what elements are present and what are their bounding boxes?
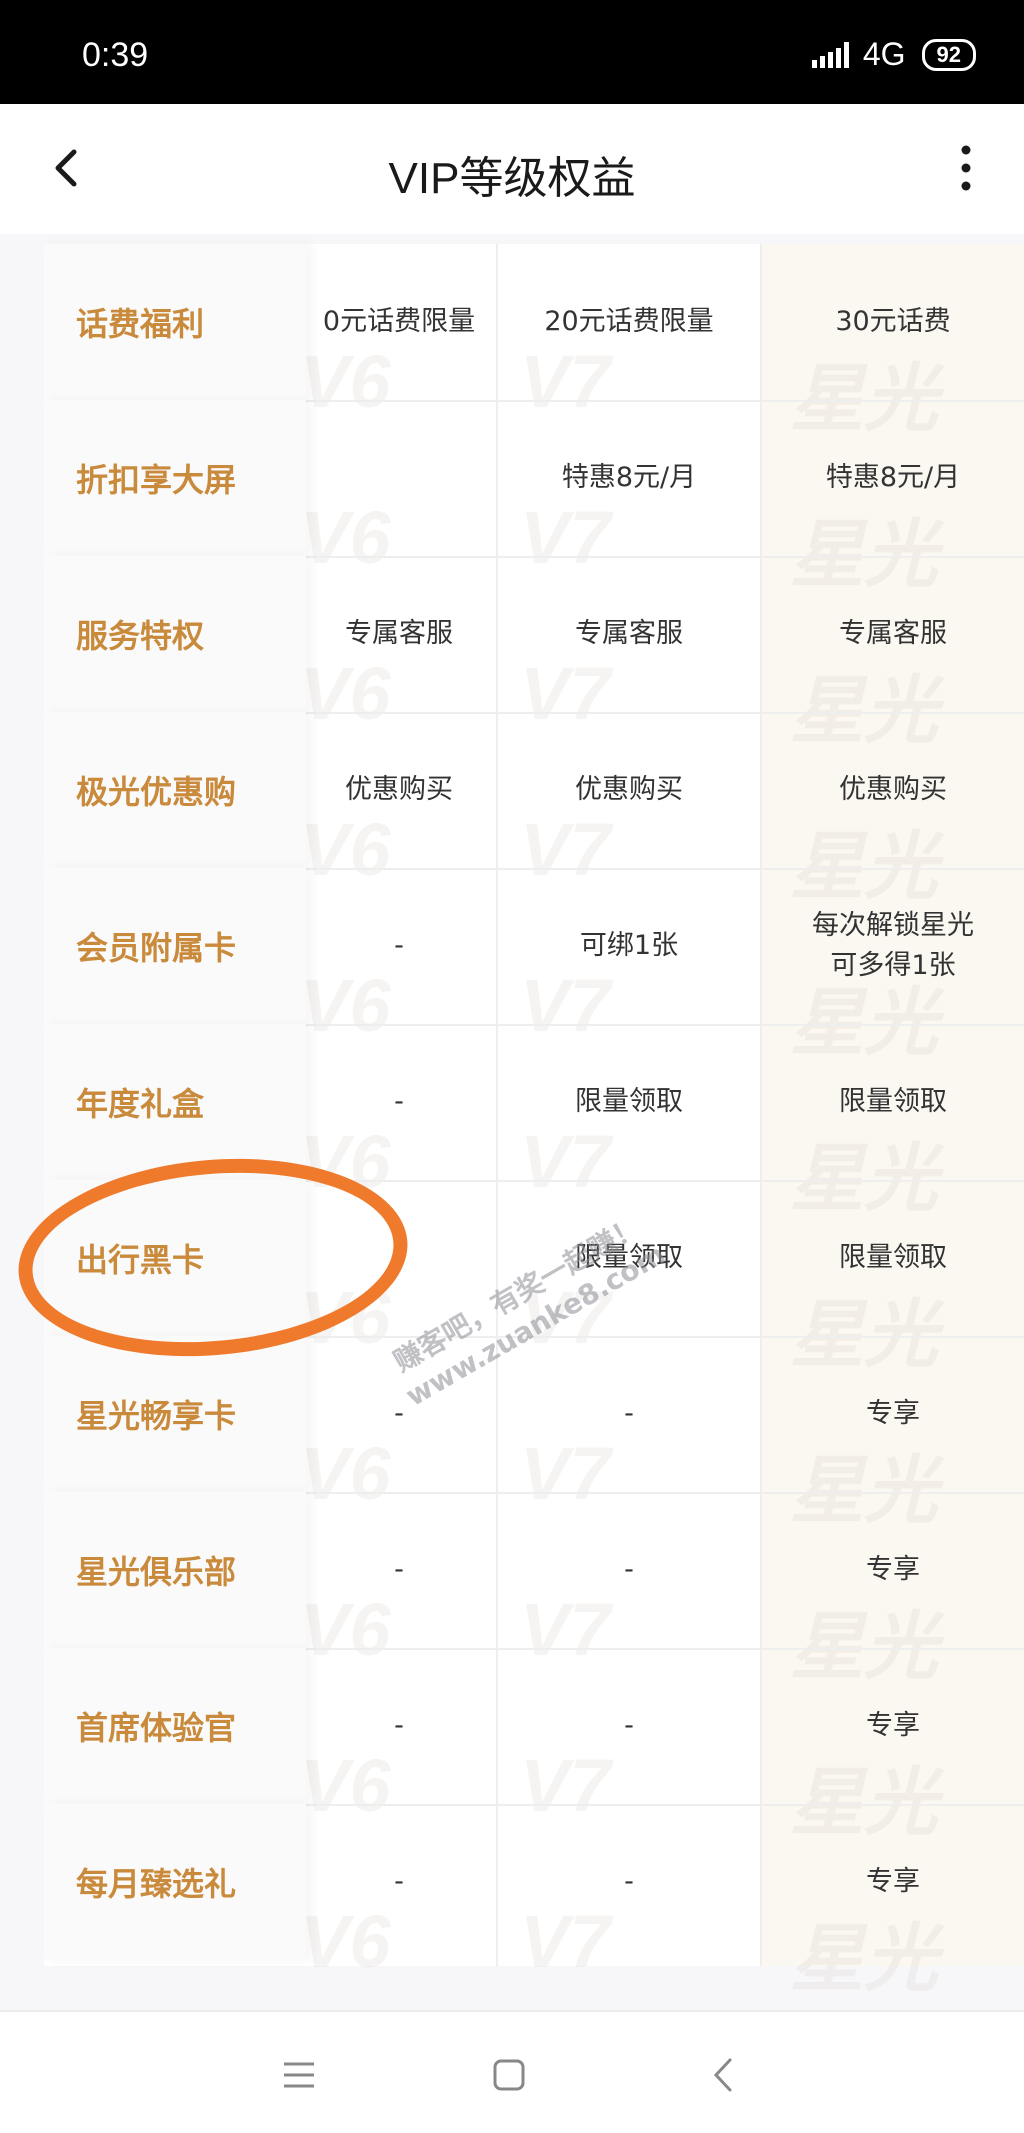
benefits-table: V6 V7 星光 话费福利 0元话费限量 20元话费限量 30元话费 V6 V7 星光 折扣享大屏特… (44, 244, 1024, 2000)
benefit-label: 年度礼盒 (44, 1024, 306, 1180)
benefit-cell-star: 优惠购买 (839, 774, 947, 805)
benefits-content[interactable]: V6 V7 星光 话费福利 0元话费限量 20元话费限量 30元话费 V6 V7 星光 折扣享大屏特… (0, 234, 1024, 2010)
benefit-cell-v7: 20元话费限量 (544, 306, 714, 337)
benefit-cell-v7: 限量领取 (575, 1086, 683, 1117)
benefit-cell-star: 限量领取 (839, 1242, 947, 1273)
back-nav-icon[interactable] (700, 2050, 750, 2100)
benefit-cell-v7: 专属客服 (575, 618, 683, 649)
benefit-label: 会员附属卡 (44, 868, 306, 1024)
benefit-row: 服务特权 专属客服 专属客服 专属客服 (44, 556, 1024, 712)
benefit-label: 星光畅享卡 (44, 1336, 306, 1492)
benefit-cell-v7: - (624, 1710, 634, 1741)
home-icon[interactable] (484, 2050, 534, 2100)
benefit-label: 每月臻选礼 (44, 1804, 306, 1960)
benefit-row: 每月臻选礼 - - 专享 (44, 1804, 1024, 1960)
benefit-row: 折扣享大屏 特惠8元/月 特惠8元/月 (44, 400, 1024, 556)
benefit-cell-v7: 特惠8元/月 (561, 462, 697, 493)
benefit-label: 极光优惠购 (44, 712, 306, 868)
benefit-cell-star: 30元话费 (835, 306, 951, 337)
benefit-cell-star: 专享 (866, 1866, 920, 1897)
benefit-cell-star: 限量领取 (839, 1086, 947, 1117)
benefit-cell-star: 专享 (866, 1710, 920, 1741)
battery-icon: 92 (921, 38, 976, 71)
benefit-cell-star: 每次解锁星光 可多得1张 (812, 910, 974, 981)
benefit-cell-star: 专属客服 (839, 618, 947, 649)
page-title: VIP等级权益 (388, 154, 636, 203)
benefit-cell-v7: - (624, 1398, 634, 1429)
benefit-label: 首席体验官 (44, 1648, 306, 1804)
benefit-row: 星光俱乐部 - - 专享 (44, 1492, 1024, 1648)
app-header: VIP等级权益 (0, 104, 1024, 234)
status-bar: 0:39 4G 92 (0, 0, 1024, 104)
benefit-cell-v7: 可绑1张 (579, 930, 679, 961)
status-time: 0:39 (82, 36, 149, 74)
benefit-cell-v7: 优惠购买 (575, 774, 683, 805)
system-nav-bar (0, 2010, 1024, 2133)
benefit-label: 话费福利 (44, 244, 306, 400)
signal-icon (811, 41, 849, 68)
menu-icon[interactable] (274, 2050, 324, 2100)
more-options-icon[interactable] (936, 138, 996, 198)
benefit-cell-star: 专享 (866, 1398, 920, 1429)
benefit-row: 极光优惠购 优惠购买 优惠购买 优惠购买 (44, 712, 1024, 868)
benefit-cell-v7: - (624, 1866, 634, 1897)
benefit-row: 话费福利 0元话费限量 20元话费限量 30元话费 (44, 244, 1024, 400)
benefit-label: 折扣享大屏 (44, 400, 306, 556)
benefit-cell-star: 专享 (866, 1554, 920, 1585)
network-type: 4G (862, 36, 906, 72)
benefit-row: 首席体验官 - - 专享 (44, 1648, 1024, 1804)
benefit-label: 服务特权 (44, 556, 306, 712)
status-right: 4G 92 (811, 36, 976, 73)
benefit-row: 星光畅享卡 - - 专享 (44, 1336, 1024, 1492)
benefit-row: 年度礼盒 - 限量领取 限量领取 (44, 1024, 1024, 1180)
benefit-cell-v7: - (624, 1554, 634, 1585)
benefit-row: 会员附属卡 - 可绑1张 每次解锁星光 可多得1张 (44, 868, 1024, 1024)
benefit-cell-star: 特惠8元/月 (825, 462, 961, 493)
benefit-label: 星光俱乐部 (44, 1492, 306, 1648)
